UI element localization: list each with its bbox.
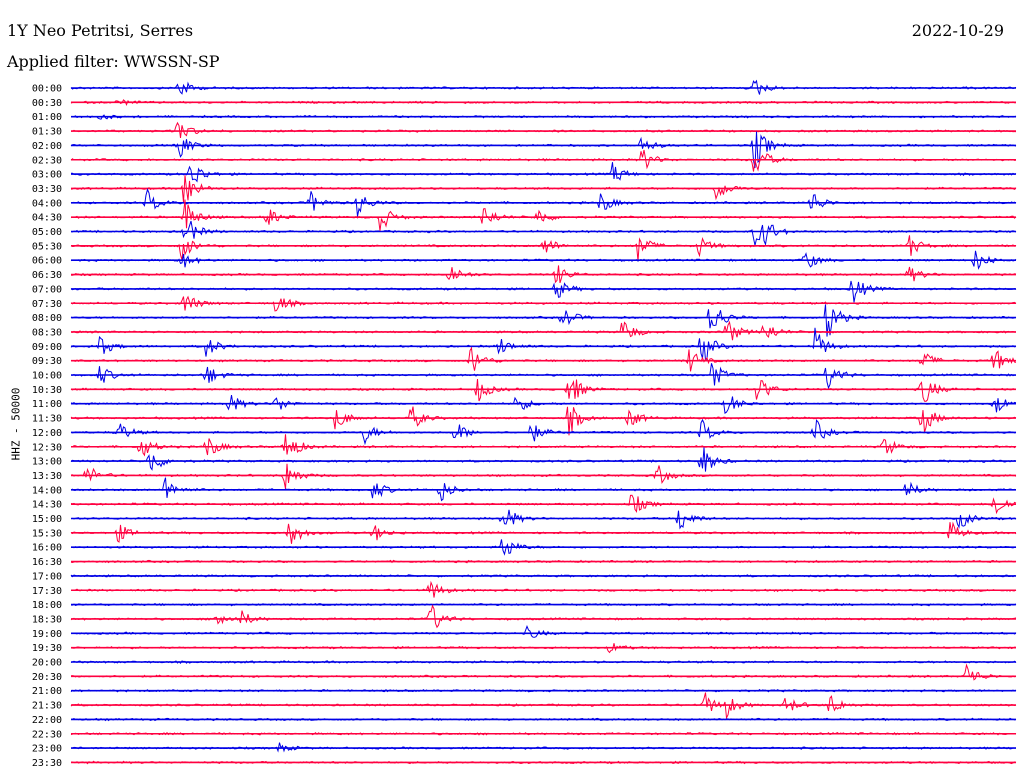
traces-group <box>70 79 1017 765</box>
row-label: 06:00 <box>32 256 62 267</box>
trace-blue <box>70 131 1017 169</box>
trace-red <box>70 346 1017 372</box>
row-label: 15:30 <box>32 528 62 539</box>
row-label: 08:30 <box>32 327 62 338</box>
row-label: 07:00 <box>32 284 62 295</box>
row-label: 12:30 <box>32 442 62 453</box>
trace-red <box>70 406 1017 436</box>
trace-blue <box>71 742 1017 753</box>
row-label: 13:00 <box>32 457 62 468</box>
row-label: 20:30 <box>32 672 62 683</box>
row-label: 22:00 <box>32 715 62 726</box>
row-label: 03:30 <box>32 184 62 195</box>
row-label: 05:30 <box>32 241 62 252</box>
row-label: 19:30 <box>32 643 62 654</box>
trace-blue <box>71 162 1017 183</box>
row-label: 02:30 <box>32 155 62 166</box>
trace-red <box>70 663 1017 681</box>
seismogram-plot: 00:00 00:30 01:00 01:30 02:00 02:30 03:00 03:30… <box>32 79 1017 769</box>
row-label: 06:30 <box>32 270 62 281</box>
row-label: 05:00 <box>32 227 62 238</box>
row-label: 21:00 <box>32 686 62 697</box>
row-label: 16:00 <box>32 543 62 554</box>
row-label: 01:00 <box>32 112 62 123</box>
row-label: 09:00 <box>32 342 62 353</box>
row-label: 09:30 <box>32 356 62 367</box>
row-label: 11:00 <box>32 399 62 410</box>
row-label: 12:00 <box>32 428 62 439</box>
row-label: 22:30 <box>32 729 62 740</box>
trace-blue <box>70 220 1017 247</box>
row-label: 17:00 <box>32 571 62 582</box>
row-label: 15:00 <box>32 514 62 525</box>
trace-red <box>70 149 1017 172</box>
row-label: 08:00 <box>32 313 62 324</box>
row-label: 11:30 <box>32 414 62 425</box>
row-label: 17:30 <box>32 586 62 597</box>
row-label: 02:00 <box>32 141 62 152</box>
row-labels-group: 00:00 00:30 01:00 01:30 02:00 02:30 03:00 03:30… <box>32 84 62 769</box>
row-label: 13:30 <box>32 471 62 482</box>
row-label: 07:30 <box>32 299 62 310</box>
row-label: 01:30 <box>32 127 62 138</box>
row-label: 23:00 <box>32 744 62 755</box>
row-label: 14:00 <box>32 485 62 496</box>
row-label: 21:30 <box>32 701 62 712</box>
row-label: 03:00 <box>32 170 62 181</box>
row-label: 19:00 <box>32 629 62 640</box>
trace-red <box>70 199 1017 232</box>
row-label: 10:00 <box>32 371 62 382</box>
row-label: 00:30 <box>32 98 62 109</box>
row-label: 23:30 <box>32 758 62 769</box>
row-label: 20:00 <box>32 658 62 669</box>
row-label: 10:30 <box>32 385 62 396</box>
trace-blue <box>70 280 1017 303</box>
row-label: 04:30 <box>32 213 62 224</box>
trace-red <box>70 604 1017 629</box>
trace-red <box>71 434 1017 457</box>
row-label: 16:30 <box>32 557 62 568</box>
row-label: 00:00 <box>32 84 62 95</box>
trace-blue <box>70 625 1017 638</box>
trace-red <box>70 235 1017 262</box>
row-label: 18:00 <box>32 600 62 611</box>
row-label: 18:30 <box>32 614 62 625</box>
row-label: 14:30 <box>32 500 62 511</box>
row-label: 04:00 <box>32 198 62 209</box>
